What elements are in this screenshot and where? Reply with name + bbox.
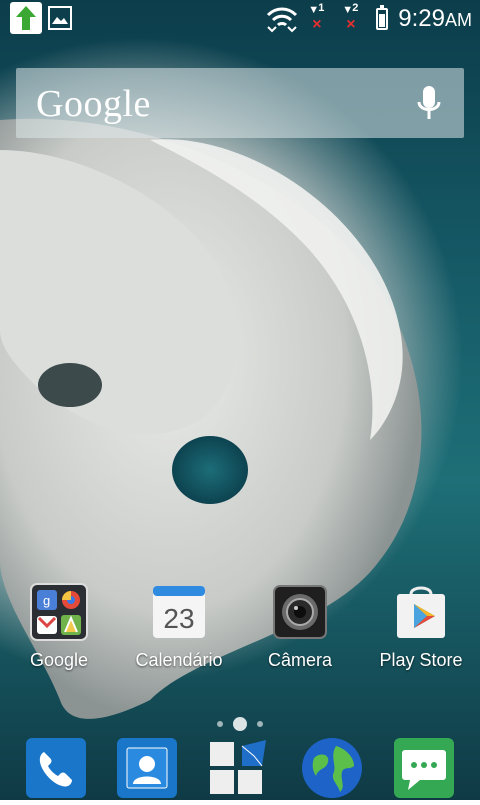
app-google-folder[interactable]: g Google <box>4 582 114 671</box>
page-dot[interactable] <box>257 721 263 727</box>
image-icon[interactable] <box>48 6 72 30</box>
app-calendar[interactable]: 23 Calendário <box>124 582 234 671</box>
svg-text:g: g <box>43 593 50 608</box>
browser-globe-icon[interactable] <box>300 736 364 800</box>
google-logo[interactable]: Google <box>36 82 151 126</box>
sim1-label: 1 <box>318 2 325 14</box>
wifi-icon <box>266 5 298 33</box>
google-folder-icon[interactable]: g <box>29 582 89 642</box>
app-label: Calendário <box>135 650 223 670</box>
battery-icon <box>376 5 389 30</box>
sim1-signal-icon: ▼ 1 × <box>308 2 325 33</box>
page-dot-active[interactable] <box>233 717 247 731</box>
google-search-widget[interactable]: Google <box>16 68 464 138</box>
page-dot[interactable] <box>217 721 223 727</box>
microphone-icon[interactable] <box>416 84 442 124</box>
contacts-icon[interactable] <box>115 736 179 800</box>
calendar-day: 23 <box>163 603 194 634</box>
app-label: Google <box>29 650 89 670</box>
app-drawer-icon[interactable] <box>208 736 272 800</box>
clock-ampm: AM <box>445 10 472 30</box>
sim2-signal-icon: ▼ 2 × <box>342 2 359 33</box>
dock <box>0 736 480 800</box>
play-store-icon[interactable] <box>391 582 451 642</box>
clock-time: 9:29 <box>398 5 445 32</box>
camera-icon[interactable] <box>270 582 330 642</box>
app-label: Play Store <box>379 650 463 670</box>
messaging-icon[interactable] <box>392 736 456 800</box>
sim1-no-service: × <box>312 16 322 33</box>
battery-level <box>379 14 386 27</box>
status-bar: ▼ 1 × ▼ 2 × 9:29AM <box>0 0 480 40</box>
phone-icon[interactable] <box>24 736 88 800</box>
app-camera[interactable]: Câmera <box>245 582 355 671</box>
sim2-no-service: × <box>346 16 356 33</box>
sim2-label: 2 <box>352 2 359 14</box>
home-app-row: g Google 23 Calendário Câmera Play Store <box>0 582 480 682</box>
page-indicator[interactable] <box>0 716 480 732</box>
app-play-store[interactable]: Play Store <box>366 582 476 671</box>
app-label: Câmera <box>267 650 333 670</box>
upload-arrow-icon[interactable] <box>10 2 42 34</box>
clock: 9:29AM <box>398 5 472 33</box>
calendar-icon[interactable]: 23 <box>149 582 209 642</box>
